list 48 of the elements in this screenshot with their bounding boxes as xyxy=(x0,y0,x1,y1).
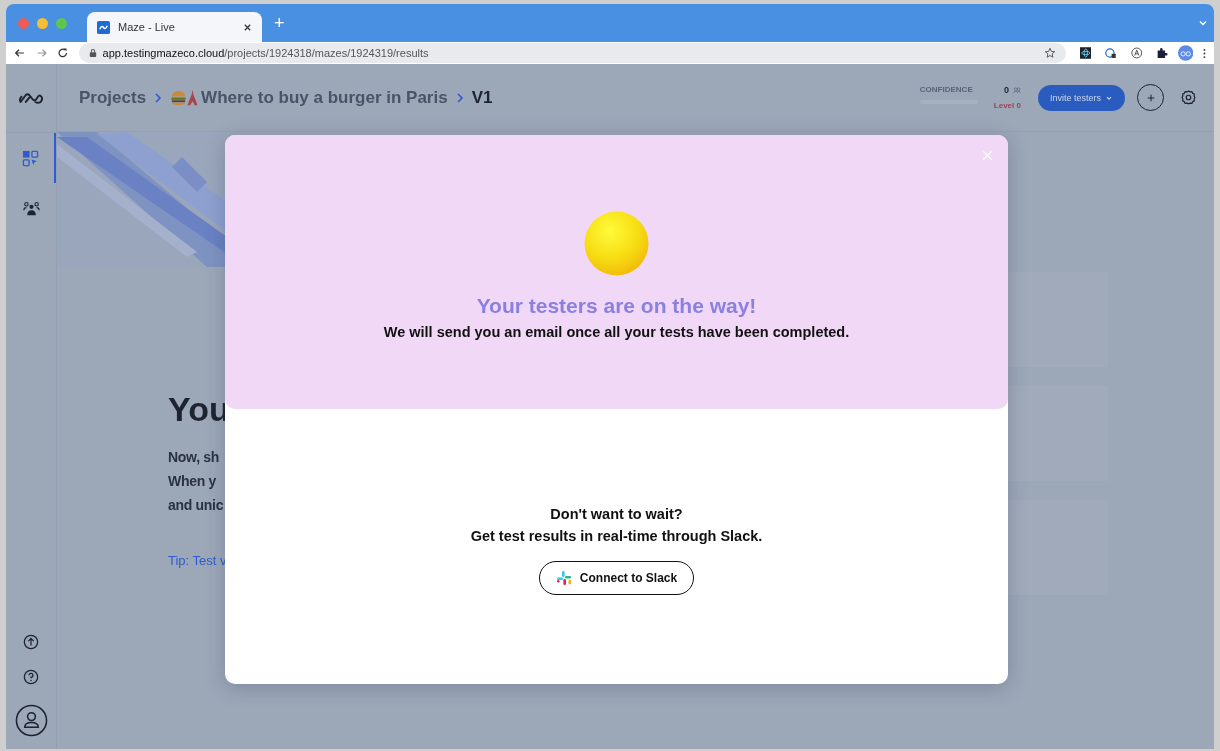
browser-menu-icon[interactable] xyxy=(1203,47,1206,59)
address-field[interactable]: app.testingmazeco.cloud/projects/1924318/mazes/1924319/results xyxy=(78,43,1066,63)
forward-icon[interactable] xyxy=(35,47,48,59)
chevron-right-icon xyxy=(455,91,464,104)
extension-icon[interactable] xyxy=(1105,47,1117,59)
breadcrumb-link[interactable]: Projects xyxy=(79,87,147,108)
modal-subtitle: We will send you an email once all your tests have been completed. xyxy=(383,324,850,340)
tower-icon xyxy=(187,89,199,106)
user-avatar-icon[interactable] xyxy=(14,704,48,737)
puzzle-extensions-icon[interactable] xyxy=(1156,47,1168,59)
people-icon xyxy=(1012,86,1021,94)
people-icon xyxy=(22,199,40,217)
intro-text: and unic xyxy=(168,496,224,515)
maze-logo-icon[interactable] xyxy=(18,91,44,105)
react-extension-icon[interactable] xyxy=(1079,47,1092,59)
help-icon[interactable] xyxy=(23,669,39,685)
chevron-down-icon[interactable] xyxy=(1198,18,1208,28)
burger-icon xyxy=(170,89,188,106)
modal-title: Your testers are on the way! xyxy=(476,294,757,318)
chevron-right-icon xyxy=(154,91,163,104)
intro-text: Now, sh xyxy=(168,448,220,467)
confidence-label: CONFIDENCE xyxy=(919,85,974,94)
plus-icon xyxy=(1145,92,1156,103)
tester-count: 0 xyxy=(1003,85,1009,95)
confidence-level: Level 0 xyxy=(993,101,1021,110)
bookmark-star-icon[interactable] xyxy=(1043,47,1056,59)
profile-avatar-icon[interactable] xyxy=(1177,45,1194,61)
lock-icon xyxy=(88,48,97,58)
reload-icon[interactable] xyxy=(57,47,69,59)
connect-to-slack-button[interactable]: Connect to Slack xyxy=(538,561,695,595)
browser-tab[interactable]: Maze - Live xyxy=(87,12,262,42)
sphere-icon xyxy=(584,211,649,276)
close-tab-icon[interactable] xyxy=(243,22,252,32)
breadcrumb-current: V1 xyxy=(471,87,493,108)
dashboard-icon xyxy=(21,149,39,167)
settings-icon[interactable] xyxy=(1181,90,1196,105)
intro-text: When y xyxy=(168,472,216,491)
slack-prompt-detail: Get test results in real-time through Slack. xyxy=(470,527,763,546)
extension-icon[interactable] xyxy=(1130,47,1143,59)
slack-prompt: Don't want to wait? xyxy=(550,505,683,524)
back-icon[interactable] xyxy=(14,47,26,59)
maze-favicon-icon xyxy=(97,20,110,34)
breadcrumb-link[interactable]: Where to buy a burger in Paris xyxy=(201,87,448,108)
invite-testers-button[interactable]: Invite testers xyxy=(1037,84,1125,111)
url-text: app.testingmazeco.cloud/projects/1924318/mazes/1924319/results xyxy=(102,47,429,59)
upload-icon[interactable] xyxy=(23,634,39,650)
new-tab-button[interactable]: + xyxy=(270,12,289,34)
slack-logo-icon xyxy=(555,570,572,586)
